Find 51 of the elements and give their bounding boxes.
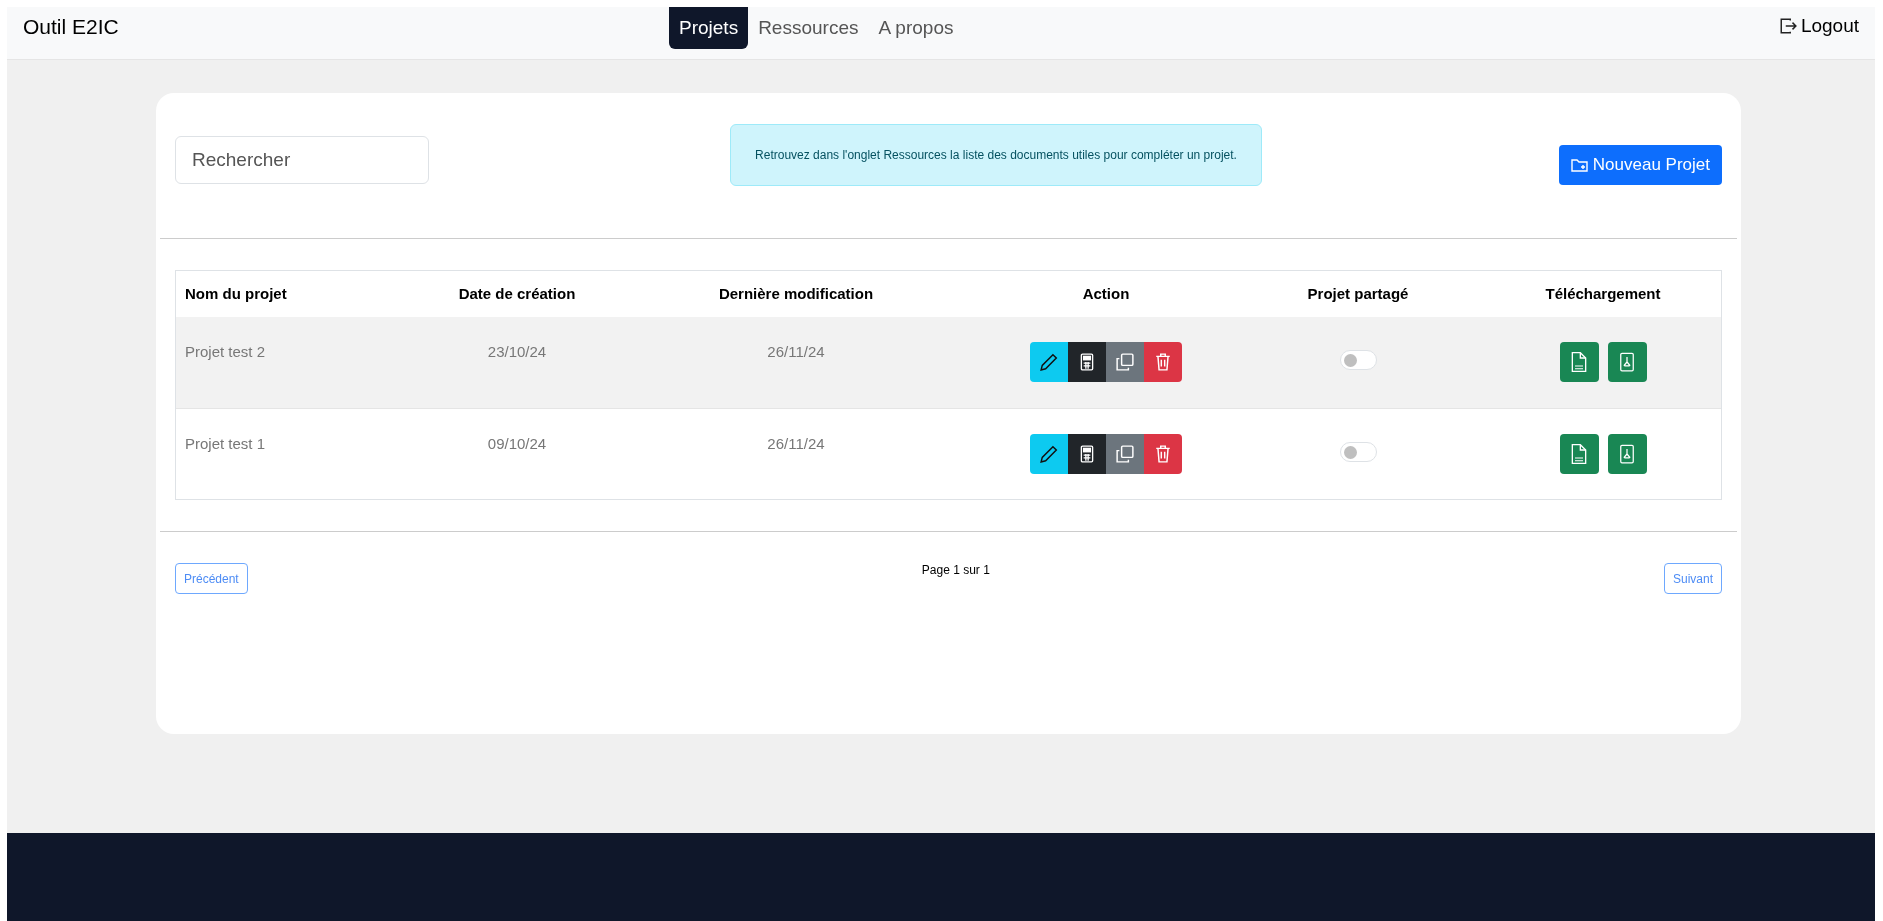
column-header: Action (1081, 283, 1131, 304)
calculator-button[interactable] (1068, 434, 1106, 474)
pdf-file-icon (1619, 352, 1635, 372)
pdf-download-button[interactable] (1607, 342, 1647, 382)
spreadsheet-file-icon (1571, 443, 1587, 465)
calculator-button[interactable] (1068, 342, 1106, 382)
edit-button[interactable] (1030, 434, 1068, 474)
pdf-download-button[interactable] (1607, 434, 1647, 474)
trash-icon (1155, 353, 1171, 371)
info-alert: Retrouvez dans l'onglet Ressources la liste des documents utiles pour compléter un projet. (730, 124, 1262, 186)
calculator-icon (1080, 353, 1094, 371)
column-header: Nom du projet (184, 283, 288, 304)
delete-button[interactable] (1144, 434, 1182, 474)
table-cell-text: Projet test 2 (184, 342, 267, 362)
new-project-button[interactable]: Nouveau Projet (1558, 145, 1722, 185)
table-cell-text: 09/10/24 (486, 434, 548, 454)
table-cell-text: 26/11/24 (766, 342, 826, 362)
duplicate-button[interactable] (1106, 434, 1144, 474)
copy-icon (1116, 353, 1134, 371)
column-header: Date de création (457, 283, 577, 304)
logout-label: Logout (1800, 14, 1859, 38)
button-label: Nouveau Projet (1592, 154, 1710, 177)
shared-toggle[interactable] (1339, 442, 1377, 462)
duplicate-button[interactable] (1106, 342, 1144, 382)
page-indicator: Page 1 sur 1 (921, 562, 990, 579)
column-header: Projet partagé (1306, 283, 1410, 304)
column-header: Dernière modification (717, 283, 875, 304)
excel-download-button[interactable] (1559, 434, 1599, 474)
nav-tab[interactable]: A propos (868, 7, 964, 49)
trash-icon (1155, 445, 1171, 463)
delete-button[interactable] (1144, 342, 1182, 382)
pencil-icon (1040, 445, 1058, 463)
table-cell-text: Projet test 1 (184, 434, 267, 454)
spreadsheet-file-icon (1571, 351, 1587, 373)
nav-tab[interactable]: Projets (669, 7, 749, 49)
nav-tab[interactable]: Ressources (748, 7, 869, 49)
table-cell-text: 23/10/24 (486, 342, 548, 362)
logout-icon (1778, 17, 1797, 36)
column-header: Téléchargement (1544, 283, 1662, 304)
edit-button[interactable] (1030, 342, 1068, 382)
copy-icon (1116, 445, 1134, 463)
table-cell-text: 26/11/24 (766, 434, 826, 454)
folder-plus-icon (1570, 157, 1589, 173)
excel-download-button[interactable] (1559, 342, 1599, 382)
pdf-file-icon (1619, 444, 1635, 464)
logout-button[interactable]: Logout (1778, 12, 1859, 41)
calculator-icon (1080, 445, 1094, 463)
pencil-icon (1040, 353, 1058, 371)
brand-title[interactable]: Outil E2IC (23, 11, 119, 43)
shared-toggle[interactable] (1339, 350, 1377, 370)
search-field[interactable]: Rechercher (175, 136, 429, 184)
